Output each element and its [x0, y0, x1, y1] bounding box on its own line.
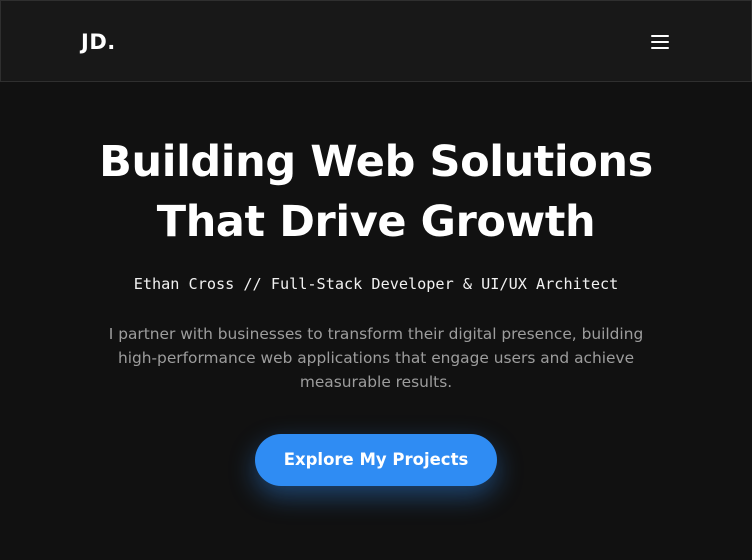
hero-description-line: high-performance web applications that e… — [117, 349, 635, 367]
hero-section: Building Web Solutions That Drive Growth… — [0, 82, 752, 560]
hero-subtitle: Ethan Cross // Full-Stack Developer & UI… — [133, 275, 619, 293]
hero-description-line: I partner with businesses to transform t… — [108, 325, 644, 343]
hero-description: I partner with businesses to transform t… — [86, 322, 666, 394]
hero-title: Building Web Solutions That Drive Growth — [36, 132, 716, 252]
logo[interactable]: JD. — [81, 28, 116, 56]
menu-bar — [651, 41, 669, 43]
hero-title-line: Building Web Solutions — [99, 137, 653, 187]
hero-title-line: That Drive Growth — [156, 197, 596, 247]
menu-bar — [651, 47, 669, 49]
explore-projects-button[interactable]: Explore My Projects — [255, 434, 497, 486]
site-header: JD. — [0, 0, 752, 82]
hamburger-menu-icon[interactable] — [649, 32, 671, 52]
hero-description-line: measurable results. — [299, 373, 453, 391]
menu-bar — [651, 35, 669, 37]
